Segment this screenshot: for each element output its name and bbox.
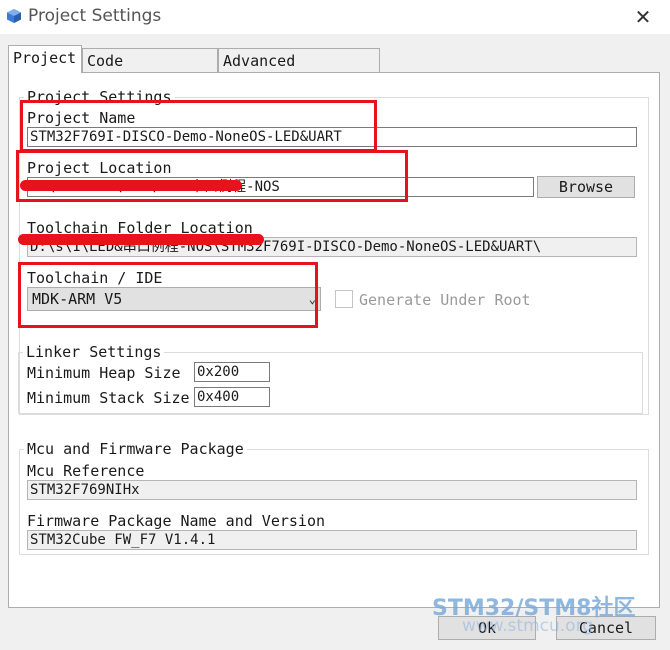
project-location-label: Project Location xyxy=(27,159,172,177)
browse-label: Browse xyxy=(558,178,614,196)
app-cube-icon xyxy=(7,9,21,23)
close-icon: ✕ xyxy=(634,5,652,29)
min-stack-input[interactable]: 0x400 xyxy=(194,387,270,407)
toolchain-folder-field: D:\s\1\LED&串口例程-NOS\STM32F769I-DISCO-Dem… xyxy=(27,237,637,257)
tab-label: Project xyxy=(13,49,77,67)
firmware-package-label: Firmware Package Name and Version xyxy=(27,512,326,530)
title-bar: Project Settings ✕ xyxy=(0,0,670,34)
project-name-label: Project Name xyxy=(27,109,136,127)
project-tab-panel: Project Settings Project Name STM32F769I… xyxy=(8,72,660,608)
close-button[interactable]: ✕ xyxy=(628,4,658,30)
browse-button[interactable]: Browse xyxy=(537,176,635,198)
tab-project[interactable]: Project xyxy=(8,45,82,73)
toolchain-ide-value: MDK-ARM V5 xyxy=(32,290,123,308)
chevron-down-icon: ⌄ xyxy=(308,292,316,306)
firmware-package-field: STM32Cube FW_F7 V1.4.1 xyxy=(27,530,637,550)
project-location-input[interactable]: C:\STM32F7\ST \LED&串口例程-NOS xyxy=(27,177,534,197)
toolchain-folder-label: Toolchain Folder Location xyxy=(27,219,253,237)
group-title: Linker Settings xyxy=(23,343,165,361)
mcu-reference-field: STM32F769NIHx xyxy=(27,480,637,500)
tab-advanced-settings[interactable]: Advanced Settings xyxy=(218,48,380,94)
mcu-reference-label: Mcu Reference xyxy=(27,462,145,480)
group-title: Project Settings xyxy=(24,88,175,106)
tab-code-generator[interactable]: Code Generator xyxy=(82,48,218,94)
project-name-input[interactable]: STM32F769I-DISCO-Demo-NoneOS-LED&UART xyxy=(27,127,637,147)
min-heap-input[interactable]: 0x200 xyxy=(194,362,270,382)
generate-under-root-checkbox[interactable] xyxy=(335,290,353,308)
toolchain-ide-select[interactable]: MDK-ARM V5 ⌄ xyxy=(27,287,321,311)
window-title: Project Settings xyxy=(28,6,162,26)
min-heap-label: Minimum Heap Size xyxy=(27,364,181,382)
generate-under-root-label: Generate Under Root xyxy=(359,291,531,309)
watermark-url: www.stmcu.org xyxy=(462,616,594,636)
group-title: Mcu and Firmware Package xyxy=(24,440,247,458)
min-stack-label: Minimum Stack Size xyxy=(27,389,190,407)
toolchain-ide-label: Toolchain / IDE xyxy=(27,269,163,287)
